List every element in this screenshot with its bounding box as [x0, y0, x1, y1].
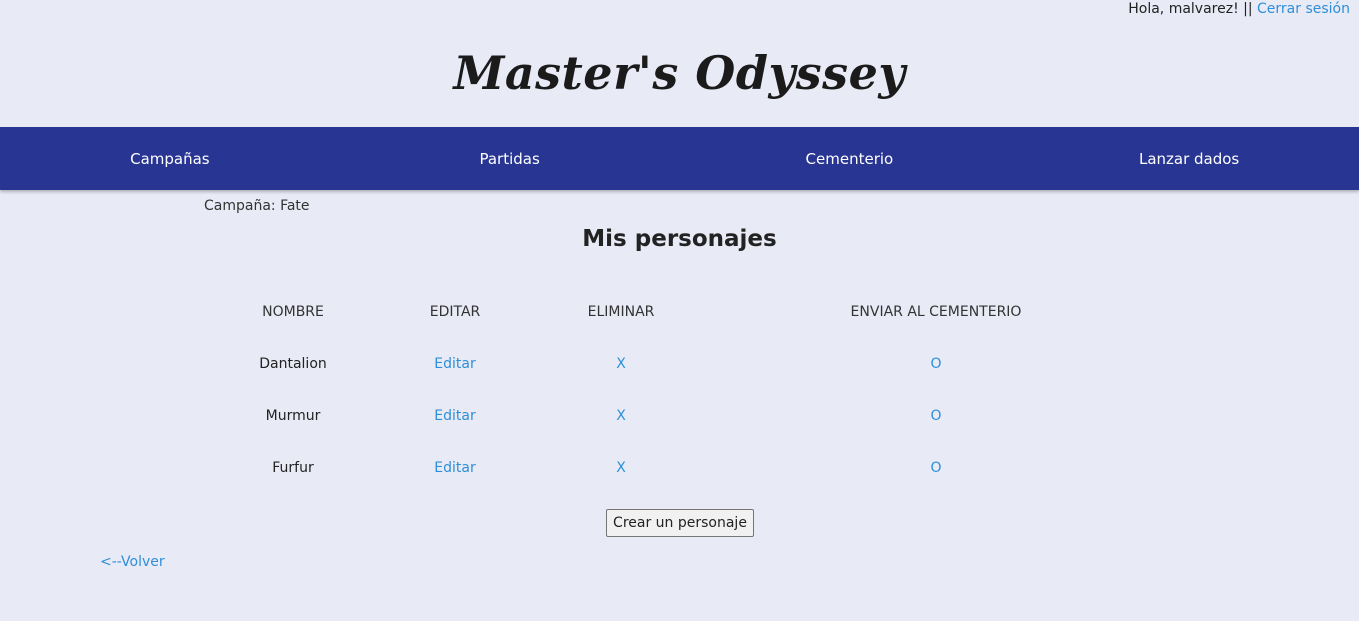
character-name: Murmur	[265, 408, 321, 424]
delete-link[interactable]: X	[616, 408, 626, 424]
greeting-text: Hola, malvarez! ||	[1128, 1, 1253, 17]
column-header-name: NOMBRE	[262, 304, 324, 320]
column-header-graveyard: ENVIAR AL CEMENTERIO	[850, 304, 1022, 320]
character-name: Dantalion	[259, 356, 327, 372]
nav-item-roll-dice[interactable]: Lanzar dados	[1019, 127, 1359, 190]
logout-link[interactable]: Cerrar sesión	[1257, 1, 1350, 17]
edit-link[interactable]: Editar	[434, 408, 475, 424]
nav-item-campaigns[interactable]: Campañas	[0, 127, 340, 190]
delete-link[interactable]: X	[616, 460, 626, 476]
send-to-graveyard-link[interactable]: O	[930, 460, 941, 476]
create-character-button[interactable]: Crear un personaje	[606, 509, 754, 537]
delete-link[interactable]: X	[616, 356, 626, 372]
edit-link[interactable]: Editar	[434, 460, 475, 476]
send-to-graveyard-link[interactable]: O	[930, 356, 941, 372]
send-to-graveyard-link[interactable]: O	[930, 408, 941, 424]
column-header-edit: EDITAR	[429, 304, 481, 320]
character-name: Furfur	[272, 460, 314, 476]
nav-item-graveyard[interactable]: Cementerio	[680, 127, 1020, 190]
main-nav: Campañas Partidas Cementerio Lanzar dado…	[0, 127, 1359, 190]
column-header-delete: ELIMINAR	[587, 304, 655, 320]
page-title: Mis personajes	[582, 226, 777, 252]
site-title: Master's Odyssey	[453, 46, 906, 100]
back-link[interactable]: <--Volver	[100, 554, 165, 570]
edit-link[interactable]: Editar	[434, 356, 475, 372]
nav-item-games[interactable]: Partidas	[340, 127, 680, 190]
campaign-label: Campaña: Fate	[204, 198, 310, 214]
user-greeting-bar: Hola, malvarez! || Cerrar sesión	[1128, 1, 1350, 17]
